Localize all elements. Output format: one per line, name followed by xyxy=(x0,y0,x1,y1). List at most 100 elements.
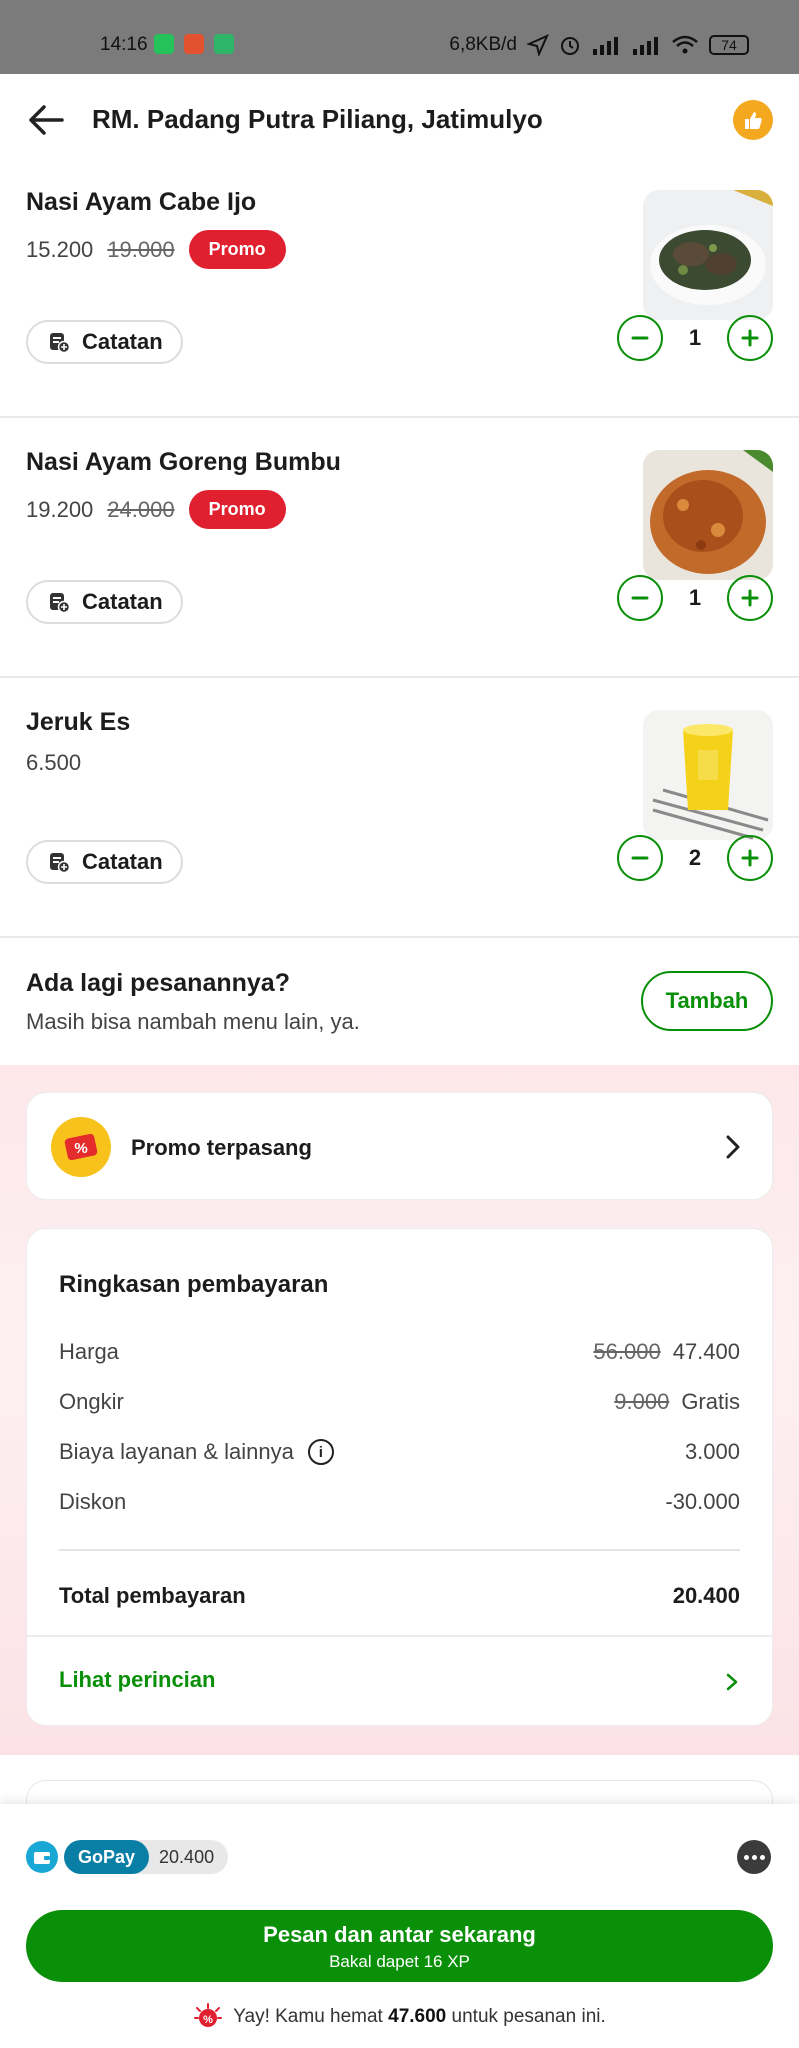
item-price: 6.500 xyxy=(26,750,82,775)
savings-message: % Yay! Kamu hemat 47.600 untuk pesanan i… xyxy=(0,2002,799,2032)
total-row: Total pembayaran 20.400 xyxy=(59,1583,740,1609)
note-label: Catatan xyxy=(82,849,163,874)
item-original-price: 19.000 xyxy=(107,236,175,262)
payment-pill: GoPay 20.400 xyxy=(64,1840,229,1874)
summary-row-discount: Diskon -30.000 xyxy=(59,1489,740,1515)
status-right: 6,8KB/d 74 xyxy=(449,34,749,56)
battery-indicator: 74 xyxy=(709,35,749,55)
add-more-heading: Ada lagi pesanannya? xyxy=(26,969,290,997)
cart-item: Nasi Ayam Goreng Bumbu 19.200 24.000 Pro… xyxy=(0,418,799,678)
quantity-stepper: 1 xyxy=(617,315,773,361)
note-button[interactable]: Catatan xyxy=(26,840,183,884)
plus-icon xyxy=(741,849,759,867)
item-image xyxy=(643,450,773,580)
status-time: 14:16 xyxy=(100,34,148,55)
network-speed: 6,8KB/d xyxy=(449,34,517,55)
increase-button[interactable] xyxy=(727,835,773,881)
item-image xyxy=(643,190,773,320)
decrease-button[interactable] xyxy=(617,835,663,881)
savings-prefix: Yay! Kamu hemat xyxy=(233,2006,383,2027)
item-name: Nasi Ayam Cabe Ijo xyxy=(26,188,257,216)
payment-amount: 20.400 xyxy=(159,1846,215,1867)
add-more-subtext: Masih bisa nambah menu lain, ya. xyxy=(26,1009,360,1034)
item-original-price: 24.000 xyxy=(107,496,175,522)
cart-item: Jeruk Es 6.500 Catatan 2 xyxy=(0,678,799,938)
add-more-section: Ada lagi pesanannya? Masih bisa nambah m… xyxy=(0,939,799,1065)
promo-badge: Promo xyxy=(188,490,286,529)
summary-label: Biaya layanan & lainnya xyxy=(59,1439,294,1464)
payment-summary-card: Ringkasan pembayaran Harga 56.000 47.400 … xyxy=(26,1228,773,1726)
summary-label: Harga xyxy=(59,1339,119,1364)
wallet-icon xyxy=(26,1841,58,1873)
summary-value: 3.000 xyxy=(684,1439,740,1464)
more-options-button[interactable] xyxy=(737,1840,771,1874)
item-image xyxy=(643,710,773,840)
decrease-button[interactable] xyxy=(617,575,663,621)
wifi-icon xyxy=(672,35,698,54)
summary-label: Ongkir xyxy=(59,1389,124,1414)
increase-button[interactable] xyxy=(727,315,773,361)
summary-row-price: Harga 56.000 47.400 xyxy=(59,1339,740,1365)
note-button[interactable]: Catatan xyxy=(26,320,183,364)
note-add-icon xyxy=(50,333,70,353)
summary-row-service-fee: Biaya layanan & lainnya i 3.000 xyxy=(59,1439,740,1465)
summary-value: 47.400 xyxy=(672,1339,740,1364)
thumbs-up-button[interactable] xyxy=(733,100,773,140)
summary-row-delivery: Ongkir 9.000 Gratis xyxy=(59,1389,740,1415)
minus-icon xyxy=(631,856,649,860)
chevron-right-icon xyxy=(726,1135,740,1159)
minus-icon xyxy=(631,596,649,600)
location-icon xyxy=(527,34,549,56)
checkout-bar: GoPay 20.400 Pesan dan antar sekarang Ba… xyxy=(0,1804,799,2048)
whatsapp-icon xyxy=(154,34,174,54)
increase-button[interactable] xyxy=(727,575,773,621)
order-button-label: Pesan dan antar sekarang xyxy=(263,1922,536,1947)
summary-label: Diskon xyxy=(59,1489,127,1514)
back-arrow-icon[interactable] xyxy=(26,102,66,138)
order-button[interactable]: Pesan dan antar sekarang Bakal dapet 16 … xyxy=(26,1910,773,1982)
quantity-value: 2 xyxy=(688,845,702,870)
header: RM. Padang Putra Piliang, Jatimulyo xyxy=(0,74,799,166)
add-more-button[interactable]: Tambah xyxy=(641,971,773,1031)
quantity-stepper: 1 xyxy=(617,575,773,621)
chevron-right-icon[interactable] xyxy=(724,1671,740,1693)
quantity-stepper: 2 xyxy=(617,835,773,881)
divider xyxy=(59,1549,740,1551)
promo-voucher-icon: % xyxy=(51,1117,111,1177)
cart-item: Nasi Ayam Cabe Ijo 15.200 19.000 Promo C… xyxy=(0,158,799,418)
promo-card[interactable]: % Promo terpasang xyxy=(26,1092,773,1200)
info-icon[interactable]: i xyxy=(307,1439,334,1465)
payment-method-selector[interactable]: GoPay 20.400 xyxy=(26,1840,229,1874)
item-price-row: 6.500 xyxy=(26,750,81,776)
app-notification-icon xyxy=(184,34,204,54)
status-bar: 14:16 6,8KB/d 74 xyxy=(0,0,799,74)
quantity-value: 1 xyxy=(688,585,702,610)
minus-icon xyxy=(631,336,649,340)
savings-suffix: untuk pesanan ini. xyxy=(451,2006,606,2027)
item-name: Nasi Ayam Goreng Bumbu xyxy=(26,448,341,476)
thumbs-up-icon xyxy=(745,112,762,129)
divider xyxy=(27,1635,772,1637)
item-price: 19.200 xyxy=(26,496,94,522)
svg-text:%: % xyxy=(74,1140,87,1157)
note-label: Catatan xyxy=(82,329,163,354)
total-label: Total pembayaran xyxy=(59,1583,246,1608)
summary-value: Gratis xyxy=(681,1389,740,1414)
quantity-value: 1 xyxy=(688,325,702,350)
status-app-icons xyxy=(154,34,234,54)
total-value: 20.400 xyxy=(672,1583,740,1608)
note-add-icon xyxy=(50,593,70,613)
summary-old-value: 9.000 xyxy=(614,1389,670,1414)
note-add-icon xyxy=(50,853,70,873)
signal-icon-2 xyxy=(633,37,658,55)
summary-value: -30.000 xyxy=(665,1489,740,1514)
view-details-link[interactable]: Lihat perincian xyxy=(59,1667,215,1693)
decrease-button[interactable] xyxy=(617,315,663,361)
summary-old-value: 56.000 xyxy=(593,1339,661,1364)
celebration-icon: % xyxy=(194,2003,223,2027)
promo-badge: Promo xyxy=(188,230,286,269)
item-name: Jeruk Es xyxy=(26,708,131,736)
note-button[interactable]: Catatan xyxy=(26,580,183,624)
note-label: Catatan xyxy=(82,589,163,614)
order-button-sub: Bakal dapet 16 XP xyxy=(329,1952,470,1971)
